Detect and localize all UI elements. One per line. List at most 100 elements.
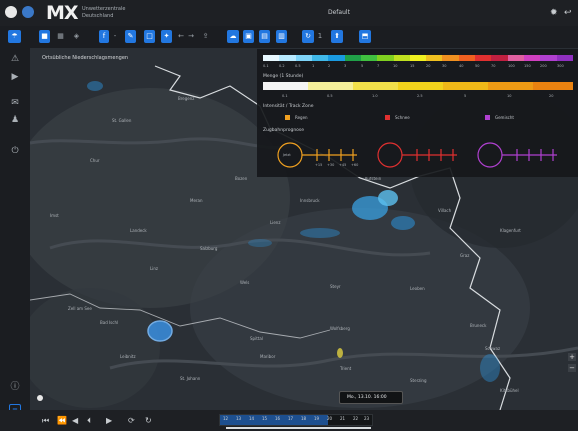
grid-button[interactable]: ▦: [55, 30, 66, 43]
legend-panel: 0.1 0.2 0.5 1 2 3 5 7 10 15 20 30 40 50 …: [257, 49, 578, 177]
place-label: Chur: [90, 158, 100, 163]
snow-swatch: [385, 115, 390, 120]
logout-icon[interactable]: ↩: [564, 8, 572, 18]
amount-swatch: [443, 82, 488, 90]
edit-button[interactable]: ✎: [125, 30, 136, 43]
timeline-scrubber[interactable]: [226, 427, 371, 429]
amount-label: 1.0: [372, 94, 378, 98]
place-label: Bregenz: [178, 96, 195, 101]
umbrella-button[interactable]: ☂: [8, 30, 21, 43]
place-label: Steyr: [330, 284, 341, 289]
place-label: Klagenfurt: [500, 228, 521, 233]
rewind-icon[interactable]: ◀: [72, 416, 78, 425]
track-label: +15: [315, 163, 323, 167]
refresh-button[interactable]: ↻: [302, 30, 314, 43]
fast-back-icon[interactable]: ⏴: [87, 416, 91, 425]
count-icon: 1: [317, 32, 323, 40]
cloud-button[interactable]: ☁: [227, 30, 239, 43]
scale-ticks: 0.1 0.2 0.5 1 2 3 5 7 10 15 20 30 40 50 …: [263, 64, 573, 69]
place-label: Bozen: [235, 176, 248, 181]
user-icon[interactable]: ♟: [9, 115, 21, 126]
place-label: Maribor: [260, 354, 276, 359]
amount-label: 0.5: [327, 94, 333, 98]
pin-button[interactable]: ⬒: [359, 30, 371, 43]
amount-label: 0.1: [282, 94, 288, 98]
flag-logo-icon: [22, 6, 34, 18]
play-icon[interactable]: ▶: [106, 416, 112, 425]
scale-tick: 40: [459, 64, 464, 68]
video-icon[interactable]: ▶: [9, 72, 21, 83]
timeline-tick: 16: [275, 416, 281, 421]
skip-start-icon[interactable]: ⏮: [42, 416, 49, 425]
scale-tick: 200: [540, 64, 547, 68]
scale-tick: 150: [524, 64, 531, 68]
track-label: +45: [339, 163, 347, 167]
place-label: Leoben: [410, 286, 425, 291]
amount-swatch: [488, 82, 533, 90]
layers-button[interactable]: ◈: [71, 30, 82, 43]
timeline-tick: 23: [364, 416, 370, 421]
step-back-icon[interactable]: ⏪: [57, 416, 67, 425]
place-label: Trient: [340, 366, 352, 371]
amount-label: 2.5: [417, 94, 423, 98]
timeline-tick: 17: [288, 416, 294, 421]
scale-tick: 0.2: [279, 64, 285, 68]
star-button[interactable]: ✦: [161, 30, 172, 43]
warning-icon[interactable]: ⚠: [9, 54, 21, 65]
stop-button[interactable]: ■: [39, 30, 50, 43]
timeline-ticks: 12 13 14 15 16 17 18 19 20 21 22 23: [219, 416, 371, 422]
settings-icon[interactable]: ✹: [550, 8, 558, 18]
layer-b-button[interactable]: ▤: [259, 30, 270, 43]
mixed-swatch: [485, 115, 490, 120]
scale-tick: 3: [344, 64, 347, 68]
layer-a-button[interactable]: ▣: [243, 30, 254, 43]
place-label: St. Gallen: [112, 118, 132, 123]
page-title: Default: [328, 9, 350, 16]
track-label: Jetzt: [283, 153, 291, 157]
facebook-button[interactable]: f: [99, 30, 109, 43]
rain-swatch: [285, 115, 290, 120]
place-label: Wels: [240, 280, 250, 285]
power-icon[interactable]: ⏻: [9, 146, 21, 157]
layer-c-button[interactable]: ▥: [276, 30, 287, 43]
map-view[interactable]: Ortsübliche Niederschlagsmengen Bregenz …: [30, 48, 578, 410]
arrow-left-icon[interactable]: ←: [177, 30, 185, 43]
place-label: Landeck: [130, 228, 147, 233]
chart-button[interactable]: ⬆: [331, 30, 343, 43]
timeline-tick: 15: [262, 416, 268, 421]
place-label: Bruneck: [470, 323, 487, 328]
place-label: Innsbruck: [300, 198, 320, 203]
scale-tick: 70: [491, 64, 496, 68]
place-label: Sterzing: [410, 378, 427, 383]
timeline-tick: 12: [223, 416, 229, 421]
scale-tick: 50: [475, 64, 480, 68]
playback-bar: ⏮ ⏪ ◀ ⏴ ▶ ⟳ ↻ 12 13 14 15 16 17 18 19 20…: [0, 410, 578, 431]
reload-icon[interactable]: ↻: [145, 416, 152, 425]
place-label: Zell am See: [68, 306, 92, 311]
track-diagram: [277, 142, 557, 168]
brand-subtitle: Unwetterzentrale: [82, 6, 126, 12]
map-title: Ortsübliche Niederschlagsmengen: [42, 55, 129, 61]
sidebar: ⚠ ▶ ✉ ♟ ⏻ ⓘ ≡: [0, 48, 30, 431]
arrow-right-icon[interactable]: →: [187, 30, 195, 43]
place-label: Kitzbühel: [500, 388, 519, 393]
scale-tick: 5: [361, 64, 364, 68]
uwz-logo-icon: [5, 6, 17, 18]
scale-tick: 300: [557, 64, 564, 68]
place-label: Lienz: [270, 220, 281, 225]
toolbar: ☂ ■ ▦ ◈ f - ✎ □ ✦ ← → ⇪ ☁ ▣ ▤ ▥ ↻ 1 ⬆ ⬒: [0, 26, 578, 48]
scale-tick: 30: [442, 64, 447, 68]
share-button[interactable]: ⇪: [200, 30, 211, 43]
zoom-in-button[interactable]: +: [568, 353, 576, 361]
chat-icon[interactable]: ✉: [9, 98, 21, 109]
timeline-tick: 22: [353, 416, 359, 421]
brand-logo: MX: [46, 2, 79, 24]
loop-icon[interactable]: ⟳: [128, 416, 135, 425]
info-icon[interactable]: ⓘ: [9, 382, 21, 393]
separator-dash-icon: -: [113, 32, 117, 40]
place-label: Leibnitz: [120, 354, 136, 359]
scale-tick: 20: [426, 64, 431, 68]
frame-button[interactable]: □: [144, 30, 155, 43]
amount-title: Menge (1 Stunde): [263, 74, 304, 79]
zoom-out-button[interactable]: −: [568, 364, 576, 372]
